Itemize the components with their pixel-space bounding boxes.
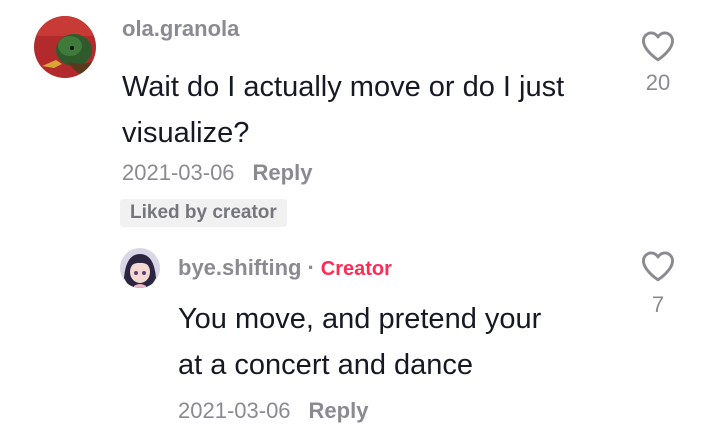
reply-item: bye.shifting · Creator You move, and prete… (0, 240, 720, 437)
reply-username: bye.shifting · Creator (178, 255, 392, 281)
creator-badge: Creator (320, 258, 392, 280)
reply-button[interactable]: Reply (253, 160, 313, 185)
anime-avatar-image (120, 248, 160, 288)
separator-dot: · (307, 255, 315, 280)
reply-text: You move, and pretend your at a concert … (178, 296, 541, 388)
duck-avatar-image (34, 16, 96, 78)
reply-text-line: at a concert and dance (178, 349, 474, 381)
reply-text-line: You move, and pretend your (178, 303, 542, 335)
reply-username-link[interactable]: bye.shifting (178, 255, 301, 280)
comment-item: ola.granola Wait do I actually move or d… (0, 0, 720, 240)
comment-username[interactable]: ola.granola (122, 16, 239, 42)
comment-date: 2021-03-06 (122, 160, 235, 185)
like-count: 20 (645, 70, 671, 95)
avatar[interactable] (34, 16, 96, 78)
avatar[interactable] (120, 248, 160, 288)
comment-text-line: visualize? (122, 117, 250, 149)
comment-text-line: Wait do I actually move or do I just (122, 71, 565, 103)
heart-outline-icon (641, 251, 674, 282)
comment-text: Wait do I actually move or do I just vis… (122, 64, 564, 156)
comment-meta: 2021-03-06 Reply (122, 160, 312, 186)
reply-date: 2021-03-06 (178, 398, 291, 423)
like-button[interactable] (638, 250, 678, 286)
like-button[interactable] (638, 30, 678, 66)
liked-by-creator-badge: Liked by creator (120, 199, 287, 227)
heart-outline-icon (641, 31, 674, 62)
reply-meta: 2021-03-06 Reply (178, 398, 368, 424)
reply-button[interactable]: Reply (309, 398, 369, 423)
like-count: 7 (651, 292, 665, 317)
